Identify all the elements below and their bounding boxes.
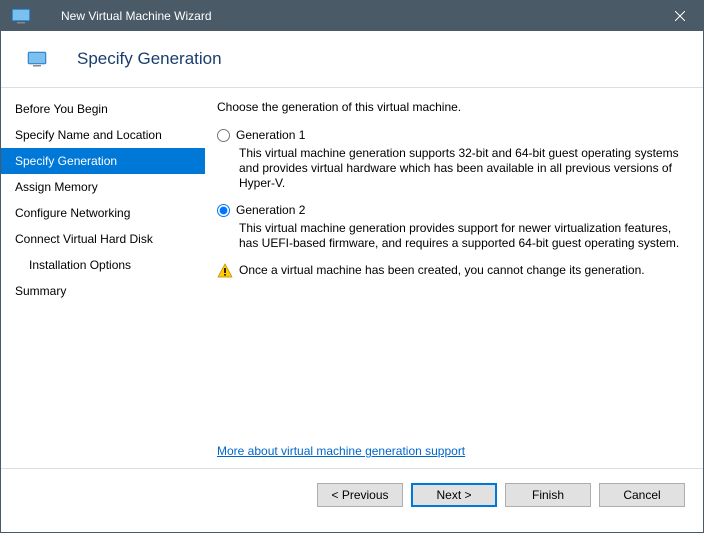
instruction-text: Choose the generation of this virtual ma… bbox=[217, 100, 685, 114]
warning-row: Once a virtual machine has been created,… bbox=[217, 263, 685, 279]
generation-label-1[interactable]: Generation 1 bbox=[236, 128, 305, 142]
generation-radio-1[interactable] bbox=[217, 129, 230, 142]
vm-monitor-icon bbox=[11, 8, 31, 24]
generation-label-2[interactable]: Generation 2 bbox=[236, 203, 305, 217]
sidebar-step-6[interactable]: Installation Options bbox=[1, 252, 205, 278]
wizard-header: Specify Generation bbox=[1, 31, 703, 87]
sidebar-step-7[interactable]: Summary bbox=[1, 278, 205, 304]
generation-description-2: This virtual machine generation provides… bbox=[239, 221, 685, 251]
titlebar: New Virtual Machine Wizard bbox=[1, 1, 703, 31]
sidebar-step-1[interactable]: Specify Name and Location bbox=[1, 122, 205, 148]
wizard-footer: < Previous Next > Finish Cancel bbox=[1, 469, 703, 507]
window-title: New Virtual Machine Wizard bbox=[61, 9, 212, 23]
main-content: Choose the generation of this virtual ma… bbox=[205, 88, 703, 468]
more-info-link[interactable]: More about virtual machine generation su… bbox=[217, 444, 465, 458]
warning-text: Once a virtual machine has been created,… bbox=[239, 263, 645, 277]
generation-option-2: Generation 2 bbox=[217, 203, 685, 217]
cancel-button[interactable]: Cancel bbox=[599, 483, 685, 507]
sidebar-step-2[interactable]: Specify Generation bbox=[1, 148, 205, 174]
sidebar-step-5[interactable]: Connect Virtual Hard Disk bbox=[1, 226, 205, 252]
finish-button[interactable]: Finish bbox=[505, 483, 591, 507]
previous-button[interactable]: < Previous bbox=[317, 483, 403, 507]
close-button[interactable] bbox=[657, 1, 703, 31]
wizard-steps-sidebar: Before You BeginSpecify Name and Locatio… bbox=[1, 88, 205, 468]
generation-radio-2[interactable] bbox=[217, 204, 230, 217]
generation-option-1: Generation 1 bbox=[217, 128, 685, 142]
warning-icon bbox=[217, 263, 233, 279]
vm-monitor-icon bbox=[27, 51, 47, 67]
next-button[interactable]: Next > bbox=[411, 483, 497, 507]
sidebar-step-4[interactable]: Configure Networking bbox=[1, 200, 205, 226]
page-title: Specify Generation bbox=[77, 49, 222, 69]
sidebar-step-0[interactable]: Before You Begin bbox=[1, 96, 205, 122]
sidebar-step-3[interactable]: Assign Memory bbox=[1, 174, 205, 200]
generation-description-1: This virtual machine generation supports… bbox=[239, 146, 685, 191]
